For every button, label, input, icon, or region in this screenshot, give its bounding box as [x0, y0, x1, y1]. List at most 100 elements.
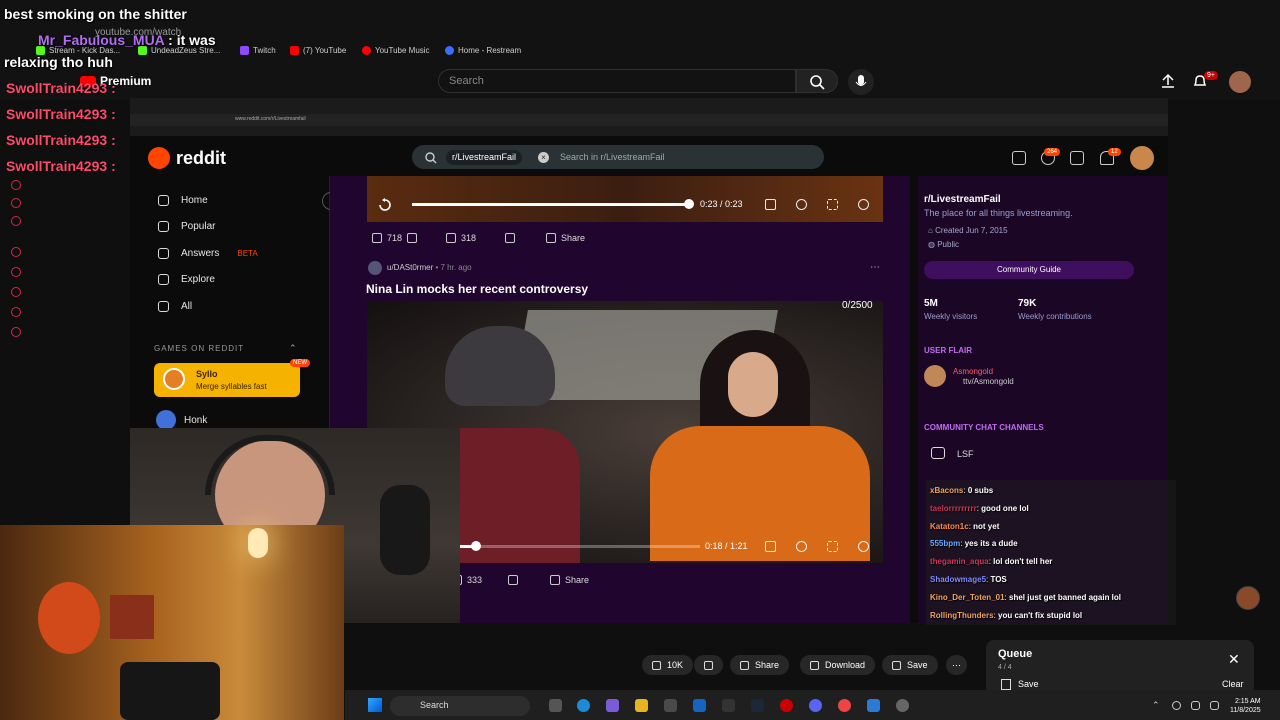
fullscreen-icon[interactable] [827, 541, 838, 552]
mic-icon[interactable] [1172, 701, 1181, 710]
fullscreen-icon[interactable] [827, 199, 838, 210]
gear-icon[interactable] [896, 699, 909, 712]
video1-progress[interactable] [412, 203, 688, 206]
yt-save-button[interactable]: Save [882, 655, 938, 675]
volume-icon[interactable] [858, 541, 869, 552]
comments-button[interactable]: 318 [446, 233, 476, 243]
nav-home[interactable]: Home [158, 195, 208, 206]
video2-scrubber[interactable] [471, 541, 481, 551]
reddit-wordmark[interactable]: reddit [176, 148, 226, 169]
inner-address-bar: www.reddit.com/r/Livestreamfail [130, 114, 1168, 126]
tray-chevron-icon[interactable]: ⌃ [1152, 700, 1160, 711]
copilot-icon[interactable] [606, 699, 619, 712]
gear-icon[interactable] [796, 541, 807, 552]
clock[interactable]: 2:15 AM 11/8/2025 [1230, 697, 1261, 715]
upload-icon[interactable] [1160, 73, 1176, 89]
store-icon[interactable] [664, 699, 677, 712]
vote-group[interactable]: 718 [372, 233, 418, 243]
ad-icon[interactable] [1012, 151, 1026, 165]
chat-username[interactable]: xBacons [930, 486, 963, 495]
reddit-logo-icon[interactable] [148, 147, 170, 169]
replay-icon[interactable] [378, 198, 392, 217]
overlay-chat-line: best smoking on the shitter [4, 6, 187, 22]
close-icon[interactable]: × [538, 152, 549, 163]
captions-icon[interactable] [765, 199, 776, 210]
nav-all[interactable]: All [158, 301, 192, 312]
more-actions-button[interactable]: ⋯ [946, 655, 967, 675]
edge-icon[interactable] [577, 699, 590, 712]
chat-channel-lsf[interactable]: LSF [957, 449, 974, 459]
volume-icon[interactable] [1210, 701, 1219, 710]
award-icon [508, 575, 518, 585]
bookmark-youtube-music[interactable]: YouTube Music [362, 46, 430, 55]
dislike-button[interactable] [694, 655, 723, 675]
award-button[interactable] [505, 233, 515, 243]
bookmark-twitch[interactable]: Twitch [240, 46, 276, 55]
video1-scrubber[interactable] [684, 199, 694, 209]
post-title[interactable]: Nina Lin mocks her recent controversy [366, 282, 588, 296]
search-community-chip[interactable]: r/LivestreamFail [446, 150, 523, 165]
twitch-chat-overlay [926, 480, 1176, 625]
chair [120, 662, 220, 720]
app-icon[interactable] [867, 699, 880, 712]
steam-icon[interactable] [751, 699, 764, 712]
captions-icon[interactable] [765, 541, 776, 552]
outlook-icon[interactable] [693, 699, 706, 712]
bookmark-restream[interactable]: Home - Restream [445, 46, 521, 55]
share-button[interactable]: Share [550, 575, 589, 585]
share-button[interactable]: Share [546, 233, 585, 243]
chat-text: 0 subs [967, 486, 994, 495]
wifi-icon[interactable] [1191, 701, 1200, 710]
video-player-1[interactable] [367, 176, 883, 222]
windows-start-icon[interactable] [368, 698, 382, 712]
volume-icon[interactable] [858, 199, 869, 210]
chat-username[interactable]: taelorrrrrrrrr [930, 504, 977, 513]
chevron-up-icon[interactable]: ⌃ [289, 343, 297, 354]
youtube-search-button[interactable] [796, 69, 838, 93]
nav-explore[interactable]: Explore [158, 274, 215, 285]
discord-icon[interactable] [809, 699, 822, 712]
game-title: Syllo [196, 369, 218, 379]
yt-share-button[interactable]: Share [730, 655, 790, 675]
thumbs-up-icon [652, 660, 661, 670]
chat-username[interactable]: thegamin_aqua [930, 557, 989, 566]
video2-track[interactable] [460, 545, 700, 548]
chat-message: xBacons: 0 subs [930, 486, 993, 495]
bookmark-youtube[interactable]: (7) YouTube [290, 46, 346, 55]
award-button[interactable] [508, 575, 518, 585]
plus-icon[interactable] [1070, 151, 1084, 165]
youtube-search-input[interactable]: Search [438, 69, 796, 93]
wall-art [38, 582, 100, 654]
voice-search-button[interactable] [848, 69, 874, 95]
chat-text: not yet [973, 522, 1000, 531]
task-view-icon[interactable] [549, 699, 562, 712]
avatar[interactable] [368, 261, 382, 275]
post-author[interactable]: u/DASt0rmer • 7 hr. ago [387, 263, 472, 272]
chat-username[interactable]: Kino_Der_Toten_01 [930, 593, 1005, 602]
opera-icon[interactable] [780, 699, 793, 712]
chat-username[interactable]: RollingThunders [930, 611, 994, 620]
like-button[interactable]: 10K [642, 655, 694, 675]
x-app-icon[interactable] [722, 699, 735, 712]
gear-icon[interactable] [796, 199, 807, 210]
nav-popular[interactable]: Popular [158, 221, 215, 232]
community-guide-button[interactable]: Community Guide [924, 261, 1134, 279]
download-button[interactable]: Download [800, 655, 876, 675]
taskbar-search[interactable]: Search [390, 696, 530, 716]
avatar[interactable] [1130, 146, 1154, 170]
nav-answers[interactable]: Answers BETA [158, 248, 258, 259]
close-icon[interactable]: ✕ [1228, 651, 1240, 668]
chat-username[interactable]: Kataton1c [930, 522, 969, 531]
chat-fab-avatar[interactable] [1236, 586, 1260, 610]
queue-clear-button[interactable]: Clear [1222, 679, 1244, 689]
queue-save-button[interactable]: Save [1018, 679, 1039, 689]
stat-visitors: 5M [924, 298, 938, 309]
flair-username[interactable]: Asmongold [953, 367, 993, 376]
browser-icon[interactable] [838, 699, 851, 712]
more-options-icon[interactable]: ⋯ [870, 262, 880, 273]
avatar[interactable] [1229, 71, 1251, 93]
game-honk[interactable]: Honk [184, 415, 207, 426]
chat-username[interactable]: Shadowmage5 [930, 575, 986, 584]
folder-icon[interactable] [635, 699, 648, 712]
chat-username[interactable]: 555bpm [930, 539, 960, 548]
